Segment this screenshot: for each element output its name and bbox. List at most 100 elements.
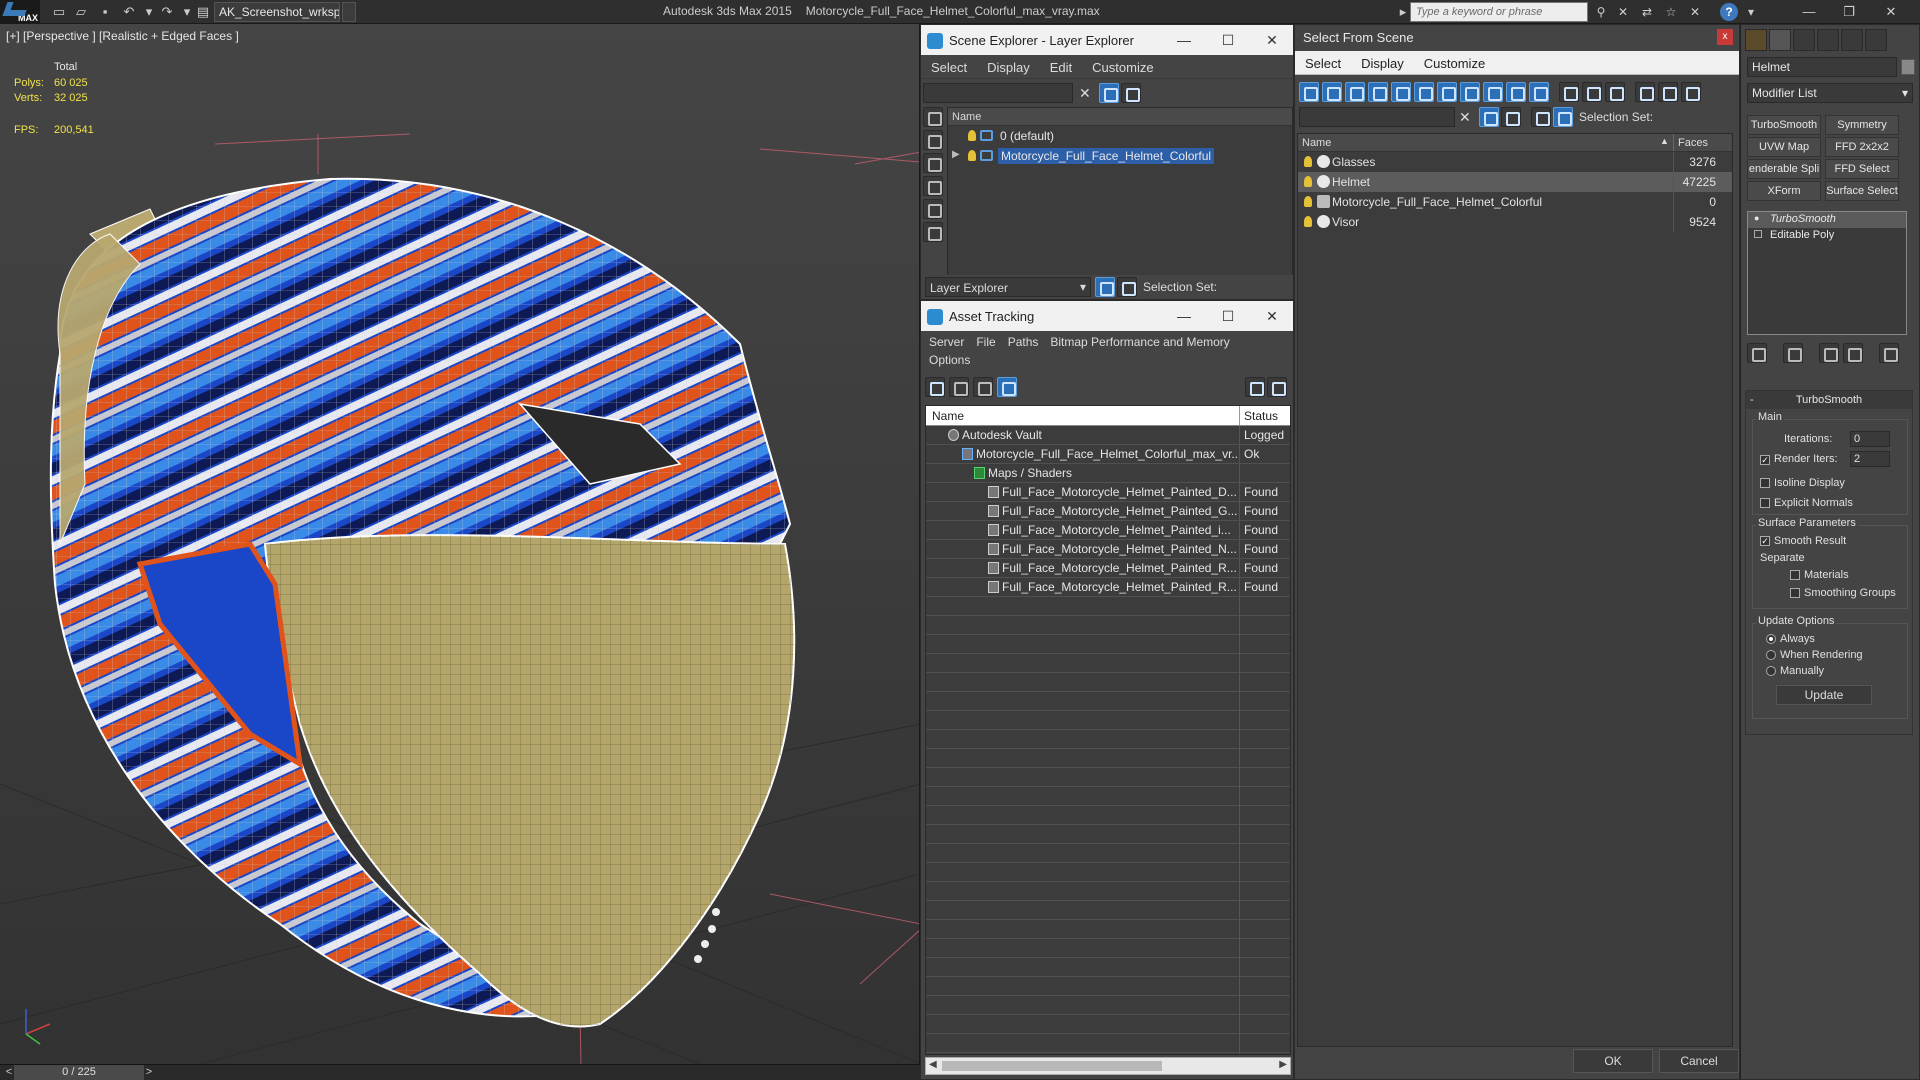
display-cameras-icon[interactable]: [923, 176, 943, 196]
search-input[interactable]: Type a keyword or phrase: [1410, 2, 1588, 22]
display-geometry-icon[interactable]: [923, 107, 943, 127]
ffd-select-button[interactable]: FFD Select: [1825, 159, 1899, 179]
scroll-left-icon[interactable]: ◀: [929, 1059, 937, 1070]
object-color-swatch[interactable]: [1901, 59, 1915, 75]
layer-row-helmet[interactable]: ▶ Motorcycle_Full_Face_Helmet_Colorful: [948, 146, 1292, 166]
menu-paths[interactable]: Paths: [1002, 335, 1045, 349]
expand-icon[interactable]: [1754, 230, 1762, 238]
menu-edit[interactable]: Edit: [1040, 60, 1082, 75]
layer-options-icon[interactable]: [1121, 83, 1141, 103]
layer-mode-icon[interactable]: [1095, 277, 1115, 297]
list-view-icon[interactable]: [949, 377, 969, 397]
minimize-icon[interactable]: —: [1169, 306, 1199, 326]
settings-icon[interactable]: [1267, 377, 1287, 397]
expand-arrow-icon[interactable]: ▶: [952, 149, 960, 160]
create-tab-icon[interactable]: [1745, 29, 1767, 51]
asset-row[interactable]: Motorcycle_Full_Face_Helmet_Colorful_max…: [926, 445, 1290, 464]
collapse-icon[interactable]: [1681, 82, 1701, 102]
xrefs-filter-icon[interactable]: [1460, 82, 1480, 102]
save-icon[interactable]: ▪: [96, 3, 114, 21]
utilities-tab-icon[interactable]: [1865, 29, 1887, 51]
spacewarps-filter-icon[interactable]: [1414, 82, 1434, 102]
scene-explorer-search-field[interactable]: [923, 83, 1073, 103]
layers-icon[interactable]: [1531, 107, 1551, 127]
display-tab-icon[interactable]: [1841, 29, 1863, 51]
menu-options[interactable]: Options: [923, 353, 976, 367]
materials-checkbox[interactable]: [1790, 570, 1800, 580]
ffd-2x2x2-button[interactable]: FFD 2x2x2: [1825, 137, 1899, 157]
motion-tab-icon[interactable]: [1817, 29, 1839, 51]
column-faces-header[interactable]: Faces: [1678, 137, 1708, 149]
hierarchy-icon[interactable]: [1553, 107, 1573, 127]
object-row-group[interactable]: Motorcycle_Full_Face_Helmet_Colorful 0: [1298, 192, 1732, 212]
stack-item-editable-poly[interactable]: Editable Poly: [1748, 228, 1906, 244]
select-search-field[interactable]: [1299, 107, 1455, 127]
asset-row[interactable]: Maps / Shaders: [926, 464, 1290, 483]
scrollbar-thumb[interactable]: [942, 1061, 1162, 1071]
isoline-display-checkbox[interactable]: [1760, 478, 1770, 488]
next-frame-icon[interactable]: >: [140, 1063, 158, 1080]
configure-sets-icon[interactable]: [1879, 343, 1899, 363]
ok-button[interactable]: OK: [1573, 1049, 1653, 1073]
surface-select-button[interactable]: Surface Select: [1825, 181, 1899, 201]
select-all-icon[interactable]: [1559, 82, 1579, 102]
workspace-menu-button[interactable]: [342, 2, 356, 22]
column-divider[interactable]: [1673, 134, 1674, 151]
select-invert-icon[interactable]: [1605, 82, 1625, 102]
when-rendering-radio[interactable]: [1766, 650, 1776, 660]
display-lights-icon[interactable]: [923, 153, 943, 173]
undo-dropdown-icon[interactable]: ▾: [140, 3, 158, 21]
bulb-icon[interactable]: [1304, 196, 1312, 207]
help-icon[interactable]: [1245, 377, 1265, 397]
column-status-header[interactable]: Status: [1244, 409, 1278, 423]
close-icon[interactable]: x: [1717, 29, 1733, 45]
new-file-icon[interactable]: ▭: [50, 3, 68, 21]
iterations-spinner[interactable]: 0: [1850, 431, 1890, 447]
minimize-icon[interactable]: —: [1794, 2, 1824, 22]
column-name-header[interactable]: Name: [932, 409, 964, 423]
filter-icon[interactable]: [1099, 83, 1119, 103]
make-unique-icon[interactable]: [1819, 343, 1839, 363]
menu-display[interactable]: Display: [1351, 56, 1414, 71]
bulb-icon[interactable]: ●: [1754, 213, 1759, 223]
object-row-visor[interactable]: Visor 9524: [1298, 212, 1732, 232]
show-end-result-icon[interactable]: [1783, 343, 1803, 363]
menu-display[interactable]: Display: [977, 60, 1040, 75]
sort-ascending-icon[interactable]: ▲: [1660, 136, 1669, 146]
menu-customize[interactable]: Customize: [1082, 60, 1163, 75]
symmetry-button[interactable]: Symmetry: [1825, 115, 1899, 135]
update-button[interactable]: Update: [1776, 685, 1872, 705]
manually-radio[interactable]: [1766, 666, 1776, 676]
display-helpers-icon[interactable]: [923, 199, 943, 219]
remove-modifier-icon[interactable]: [1843, 343, 1863, 363]
bulb-icon[interactable]: [1304, 216, 1312, 227]
scroll-right-icon[interactable]: ▶: [1279, 1059, 1287, 1070]
layer-list-header[interactable]: Name: [948, 108, 1292, 126]
redo-icon[interactable]: ↷: [158, 3, 176, 21]
helpers-filter-icon[interactable]: [1391, 82, 1411, 102]
turbosmooth-button[interactable]: TurboSmooth: [1747, 115, 1821, 135]
open-file-icon[interactable]: ▱: [72, 3, 90, 21]
select-none-icon[interactable]: [1582, 82, 1602, 102]
clear-search-icon[interactable]: ✕: [1079, 85, 1091, 102]
bones-filter-icon[interactable]: [1483, 82, 1503, 102]
minimize-icon[interactable]: —: [1169, 30, 1199, 50]
uvw-map-button[interactable]: UVW Map: [1747, 137, 1821, 157]
explorer-type-dropdown[interactable]: Layer Explorer ▾: [925, 277, 1091, 297]
stack-item-turbosmooth[interactable]: ● TurboSmooth: [1748, 212, 1906, 228]
asset-row[interactable]: Full_Face_Motorcycle_Helmet_Painted_i...…: [926, 521, 1290, 540]
frame-slider[interactable]: 0 / 225: [14, 1065, 144, 1080]
object-name-field[interactable]: Helmet: [1747, 57, 1897, 77]
maximize-icon[interactable]: ☐: [1213, 30, 1243, 50]
restore-icon[interactable]: ❐: [1834, 2, 1864, 22]
tools-icon[interactable]: ✕: [1614, 4, 1632, 20]
render-iters-spinner[interactable]: 2: [1850, 451, 1890, 467]
perspective-viewport[interactable]: [+] [Perspective ] [Realistic + Edged Fa…: [0, 24, 921, 1064]
undo-icon[interactable]: ↶: [120, 3, 138, 21]
smooth-result-checkbox[interactable]: ✓: [1760, 536, 1770, 546]
close-icon[interactable]: ✕: [1257, 30, 1287, 50]
app-logo[interactable]: MAX: [0, 0, 40, 24]
menu-customize[interactable]: Customize: [1414, 56, 1495, 71]
pin-stack-icon[interactable]: [1747, 343, 1767, 363]
display-shapes-icon[interactable]: [923, 130, 943, 150]
